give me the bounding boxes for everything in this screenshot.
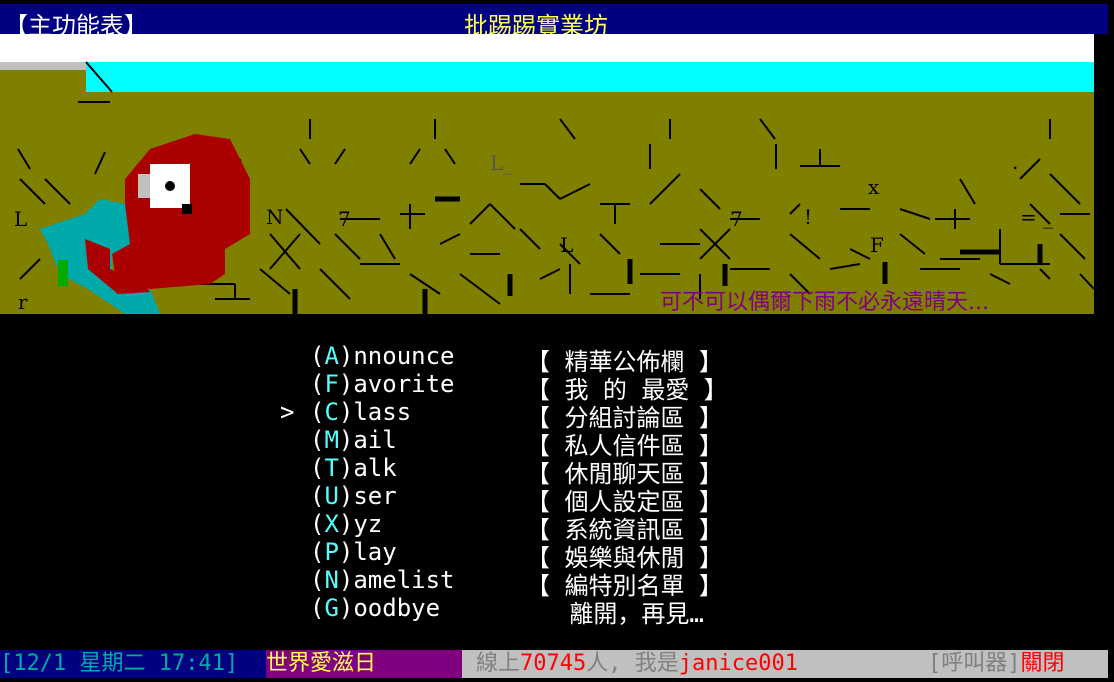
menu-item-label: nnounce — [353, 342, 455, 370]
status-online: 線上70745人, 我是janice001 — [462, 650, 912, 678]
menu-hotkey: P — [324, 538, 339, 566]
main-menu: (A)nnounce 【 精華公佈欄 】 (F)avorite 【 我 的 最愛… — [280, 342, 742, 628]
menu-item-label: oodbye — [353, 594, 441, 622]
menu-item-xyz[interactable]: (X)yz 【 系統資訊區 】 — [282, 510, 742, 544]
svg-text:= _: = _ — [1020, 205, 1053, 229]
online-mid: 人, 我是 — [586, 651, 679, 676]
pager-state: 關閉 — [1020, 651, 1065, 676]
svg-text:F: F — [870, 233, 884, 257]
svg-text:x: x — [868, 175, 880, 199]
menu-item-desc: 離開，再見… — [526, 600, 704, 628]
svg-text:L: L — [14, 207, 27, 231]
svg-text:r: r — [18, 290, 28, 314]
title-bar: 【主功能表】 批踢踢實業坊 — [0, 4, 1108, 40]
online-prefix: 線上 — [476, 651, 521, 676]
menu-item-announce[interactable]: (A)nnounce 【 精華公佈欄 】 — [282, 342, 742, 376]
status-datetime: [12/1 星期二 17:41] — [0, 650, 266, 678]
pager-label: [呼叫器] — [928, 651, 1021, 676]
status-bar: [12/1 星期二 17:41] 世界愛滋日 線上70745人, 我是janic… — [0, 650, 1108, 678]
menu-hotkey: M — [324, 426, 339, 454]
current-username: janice001 — [678, 651, 798, 676]
menu-hotkey: T — [324, 454, 339, 482]
svg-text:.: . — [1012, 150, 1018, 174]
banner-tagline: 可不可以偶爾下雨不必永遠晴天... — [660, 290, 989, 314]
svg-text:L_: L_ — [490, 151, 513, 175]
svg-text:7: 7 — [338, 207, 351, 231]
menu-hotkey: G — [324, 594, 339, 622]
menu-item-label: lass — [353, 398, 412, 426]
menu-cursor: > — [280, 398, 295, 426]
menu-item-goodbye[interactable]: (G)oodbye 離開，再見… — [282, 594, 742, 628]
svg-text:L: L — [560, 233, 573, 257]
menu-item-label: avorite — [353, 370, 455, 398]
menu-item-label: amelist — [353, 566, 455, 594]
status-pager: [呼叫器]關閉 — [912, 650, 1108, 678]
svg-text:!: ! — [804, 205, 812, 229]
menu-hotkey: U — [324, 482, 339, 510]
menu-item-user[interactable]: (U)ser 【 個人設定區 】 — [282, 482, 742, 516]
online-count: 70745 — [520, 651, 587, 676]
menu-item-mail[interactable]: (M)ail 【 私人信件區 】 — [282, 426, 742, 460]
menu-hotkey: N — [324, 566, 339, 594]
menu-item-label: ail — [353, 426, 397, 454]
menu-hotkey: C — [324, 398, 339, 426]
status-holiday: 世界愛滋日 — [266, 650, 462, 678]
ascii-art-banner: L r N 7 7 x F L = _ ! . o L_ 可 — [0, 34, 1094, 314]
svg-text:N: N — [266, 205, 284, 229]
menu-item-label: alk — [353, 454, 397, 482]
menu-item-label: yz — [353, 510, 383, 538]
menu-item-favorite[interactable]: (F)avorite 【 我 的 最愛 】 — [282, 370, 742, 404]
parrot-art — [40, 134, 250, 314]
menu-item-talk[interactable]: (T)alk 【 休閒聊天區 】 — [282, 454, 742, 488]
menu-item-label: lay — [353, 538, 397, 566]
menu-hotkey: A — [324, 342, 339, 370]
menu-hotkey: F — [324, 370, 339, 398]
menu-hotkey: X — [324, 510, 339, 538]
menu-item-class[interactable]: > (C)lass 【 分組討論區 】 — [280, 398, 742, 432]
menu-item-namelist[interactable]: (N)amelist 【 編特別名單 】 — [282, 566, 742, 600]
menu-item-play[interactable]: (P)lay 【 娛樂與休閒 】 — [282, 538, 742, 572]
menu-item-label: ser — [353, 482, 397, 510]
svg-text:7: 7 — [730, 207, 743, 231]
banner-line-art: L r N 7 7 x F L = _ ! . o L_ — [14, 61, 1094, 314]
